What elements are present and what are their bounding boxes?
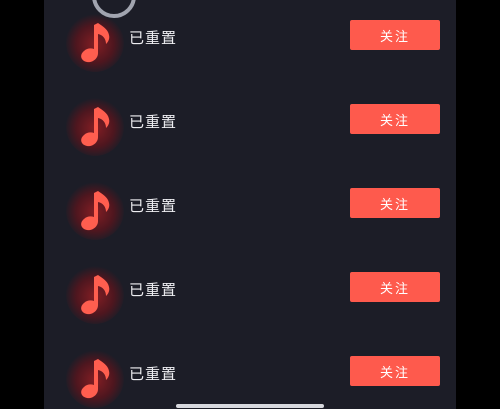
music-note-icon — [81, 359, 110, 399]
music-note-icon — [81, 23, 110, 63]
screen: 已重置 关注 已重置 关注 已重置 关注 已重置 关注 已重置 关注 — [0, 0, 500, 409]
music-note-icon — [81, 191, 110, 231]
avatar[interactable] — [66, 266, 124, 324]
list-item[interactable]: 已重置 关注 — [44, 168, 456, 252]
list-item[interactable]: 已重置 关注 — [44, 84, 456, 168]
follow-button[interactable]: 关注 — [350, 20, 440, 50]
list-item[interactable]: 已重置 关注 — [44, 336, 456, 409]
follow-button[interactable]: 关注 — [350, 188, 440, 218]
username: 已重置 — [129, 365, 178, 383]
list-item[interactable]: 已重置 关注 — [44, 252, 456, 336]
music-note-icon — [81, 107, 110, 147]
follow-button[interactable]: 关注 — [350, 272, 440, 302]
follow-list-panel[interactable]: 已重置 关注 已重置 关注 已重置 关注 已重置 关注 已重置 关注 — [44, 0, 456, 409]
username: 已重置 — [129, 29, 178, 47]
avatar[interactable] — [66, 14, 124, 72]
follow-button[interactable]: 关注 — [350, 104, 440, 134]
follow-button[interactable]: 关注 — [350, 356, 440, 386]
avatar[interactable] — [66, 350, 124, 408]
list-item[interactable]: 已重置 关注 — [44, 0, 456, 84]
avatar[interactable] — [66, 182, 124, 240]
home-indicator[interactable] — [176, 404, 324, 408]
username: 已重置 — [129, 113, 178, 131]
avatar[interactable] — [66, 98, 124, 156]
music-note-icon — [81, 275, 110, 315]
username: 已重置 — [129, 281, 178, 299]
username: 已重置 — [129, 197, 178, 215]
